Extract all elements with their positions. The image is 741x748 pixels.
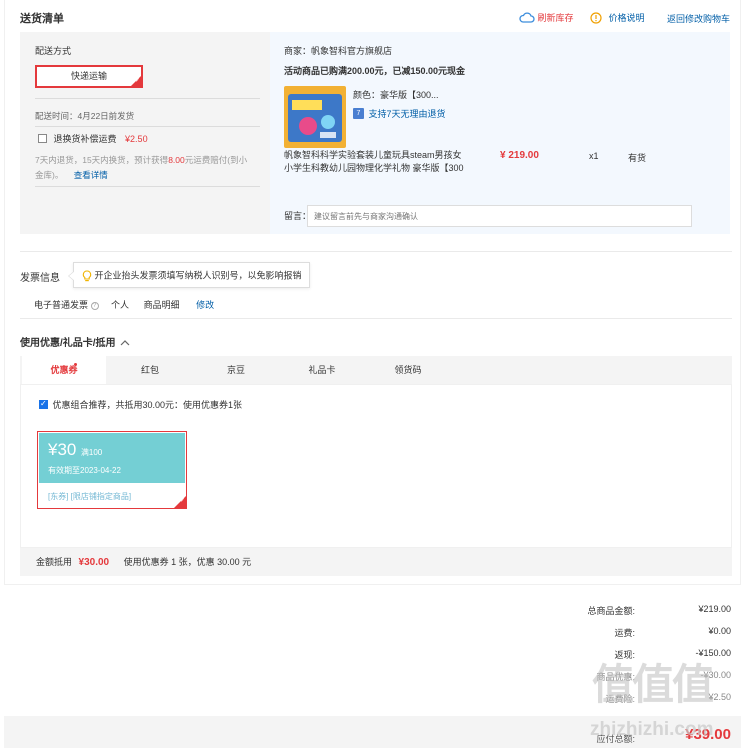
divider — [20, 318, 732, 319]
invoice-tip: 开企业抬头发票须填写纳税人识别号，以免影响报销 — [68, 262, 310, 288]
summary-value: -¥30.00 — [700, 670, 731, 680]
summary-label: 商品优惠: — [596, 672, 635, 682]
total-value: ¥39.00 — [685, 726, 731, 743]
coupon-expire: 有效期至2023-04-22 — [48, 466, 121, 475]
tab-label: 优惠券 — [50, 365, 78, 375]
merchant-name: 商家：帆象智科官方旗舰店 — [284, 46, 393, 56]
coupon-amount: ¥30 — [48, 440, 77, 459]
divider — [35, 186, 260, 187]
message-input[interactable] — [307, 205, 692, 227]
total-label: 应付总额: — [596, 734, 635, 744]
product-image[interactable] — [284, 86, 346, 148]
lightbulb-icon — [82, 270, 92, 281]
chevron-up-icon — [120, 340, 130, 346]
insurance-option[interactable]: 退换货补偿运费 ¥2.50 — [38, 132, 148, 145]
discount-amount: ¥30.00 — [78, 557, 110, 568]
divider — [35, 98, 260, 99]
tab-label: 京豆 — [226, 365, 245, 375]
tab-redeem-code[interactable]: 领货码 — [380, 356, 436, 384]
shipping-method-label: 配送方式 — [35, 46, 72, 56]
tab-jingdou[interactable]: 京豆 — [208, 356, 264, 384]
product-price: ¥ 219.00 — [500, 150, 539, 161]
recommend-checkbox[interactable] — [39, 399, 48, 409]
insurance-desc-text: 金库)。 — [35, 170, 64, 180]
invoice-edit-link[interactable]: 修改 — [196, 300, 214, 310]
tab-red-packet[interactable]: 红包 — [122, 356, 178, 384]
insurance-label: 退换货补偿运费 — [53, 134, 117, 144]
price-explain-label: 价格说明 — [608, 13, 645, 23]
tab-gift-card[interactable]: 礼品卡 — [294, 356, 350, 384]
summary-label: 运费: — [614, 628, 635, 638]
page-title: 送货清单 — [20, 13, 64, 25]
summary-label: 运费险: — [605, 694, 635, 704]
recommend-text: 优惠组合推荐，共抵用30.00元：使用优惠券1张 — [52, 400, 243, 410]
coupon-tags: [东券] [限店铺指定商品] — [48, 492, 132, 501]
coupon-section-toggle[interactable]: 使用优惠/礼品卡/抵用 — [20, 334, 130, 349]
express-delivery-button[interactable]: 快递运输 — [35, 65, 143, 88]
invoice-person: 个人 — [111, 300, 130, 310]
invoice-tip-text: 开企业抬头发票须填写纳税人识别号，以免影响报销 — [94, 270, 302, 281]
stock-status: 有货 — [628, 153, 647, 163]
summary-value: ¥219.00 — [698, 604, 731, 614]
product-title-line: 帆象智科科学实验套装儿童玩具steam男孩女 — [284, 150, 462, 160]
refresh-stock-label: 刷新库存 — [537, 13, 574, 23]
discount-desc: 使用优惠券 1 张，优惠 30.00 元 — [123, 557, 252, 567]
coupon-value: ¥30 满100 — [48, 440, 102, 460]
tab-label: 礼品卡 — [308, 365, 336, 375]
tab-label: 红包 — [140, 365, 159, 375]
express-delivery-label: 快递运输 — [70, 71, 107, 81]
question-icon[interactable]: ? — [90, 301, 99, 310]
insurance-checkbox[interactable] — [38, 134, 47, 143]
selected-check-icon — [174, 496, 186, 508]
return-badge-icon: 7 — [353, 108, 364, 119]
promo-text: 活动商品已购满200.00元，已减150.00元现金 — [284, 66, 466, 76]
delivery-time: 配送时间：4月22日前发货 — [35, 111, 135, 121]
recommend-option[interactable]: 优惠组合推荐，共抵用30.00元：使用优惠券1张 — [39, 398, 242, 411]
invoice-details: 电子普通发票 ? 个人 商品明细 修改 — [34, 298, 214, 311]
product-title-line: 小学生科教幼儿园物理化学礼物 豪华版【300 — [284, 163, 464, 173]
product-title[interactable]: 帆象智科科学实验套装儿童玩具steam男孩女 小学生科教幼儿园物理化学礼物 豪华… — [284, 149, 484, 175]
invoice-type: 电子普通发票 — [34, 300, 89, 310]
coupon-section-title: 使用优惠/礼品卡/抵用 — [20, 338, 116, 349]
insurance-amount: 8.00 — [168, 155, 185, 165]
divider — [20, 251, 732, 252]
summary-value: ¥0.00 — [708, 626, 731, 636]
tab-coupon[interactable]: 优惠券 — [22, 356, 106, 384]
total-bar: 应付总额: ¥39.00 — [4, 716, 741, 748]
new-dot-icon — [74, 363, 77, 366]
insurance-desc-text: 7天内退货，15天内换货，预计获得 — [35, 155, 169, 165]
view-detail-link[interactable]: 查看详情 — [74, 170, 108, 180]
insurance-desc-text: 元运费赔付(到小 — [184, 155, 248, 165]
back-to-cart-link[interactable]: 返回修改购物车 — [667, 12, 730, 25]
tab-label: 领货码 — [394, 365, 422, 375]
product-box-icon — [284, 86, 346, 148]
invoice-content: 商品明细 — [143, 300, 180, 310]
insurance-desc: 7天内退货，15天内换货，预计获得8.00元运费赔付(到小 金库)。 查看详情 — [35, 153, 265, 183]
return-policy-label: 支持7天无理由退货 — [368, 109, 446, 119]
coupon-condition: 满100 — [80, 448, 103, 457]
selected-check-icon — [131, 76, 141, 86]
summary-label: 返现: — [614, 650, 635, 660]
info-icon — [590, 11, 602, 24]
return-policy: 7 支持7天无理由退货 — [353, 107, 446, 120]
product-qty: x1 — [589, 151, 599, 161]
coupon-card[interactable]: ¥30 满100 有效期至2023-04-22 [东券] [限店铺指定商品] — [37, 431, 187, 509]
discount-label: 金额抵用 — [36, 557, 73, 567]
summary-value: -¥150.00 — [695, 648, 731, 658]
product-color: 颜色：豪华版【300... — [353, 90, 439, 100]
refresh-stock-button[interactable]: 刷新库存 — [519, 11, 574, 24]
cloud-icon — [519, 12, 535, 23]
price-explain-link[interactable]: 价格说明 — [590, 11, 645, 24]
summary-value: ¥2.50 — [708, 692, 731, 702]
insurance-price: ¥2.50 — [125, 133, 148, 144]
invoice-title: 发票信息 — [20, 273, 60, 284]
divider — [35, 126, 260, 127]
discount-bar: 金额抵用 ¥30.00 使用优惠券 1 张，优惠 30.00 元 — [20, 548, 732, 576]
summary-label: 总商品金额: — [587, 606, 635, 616]
